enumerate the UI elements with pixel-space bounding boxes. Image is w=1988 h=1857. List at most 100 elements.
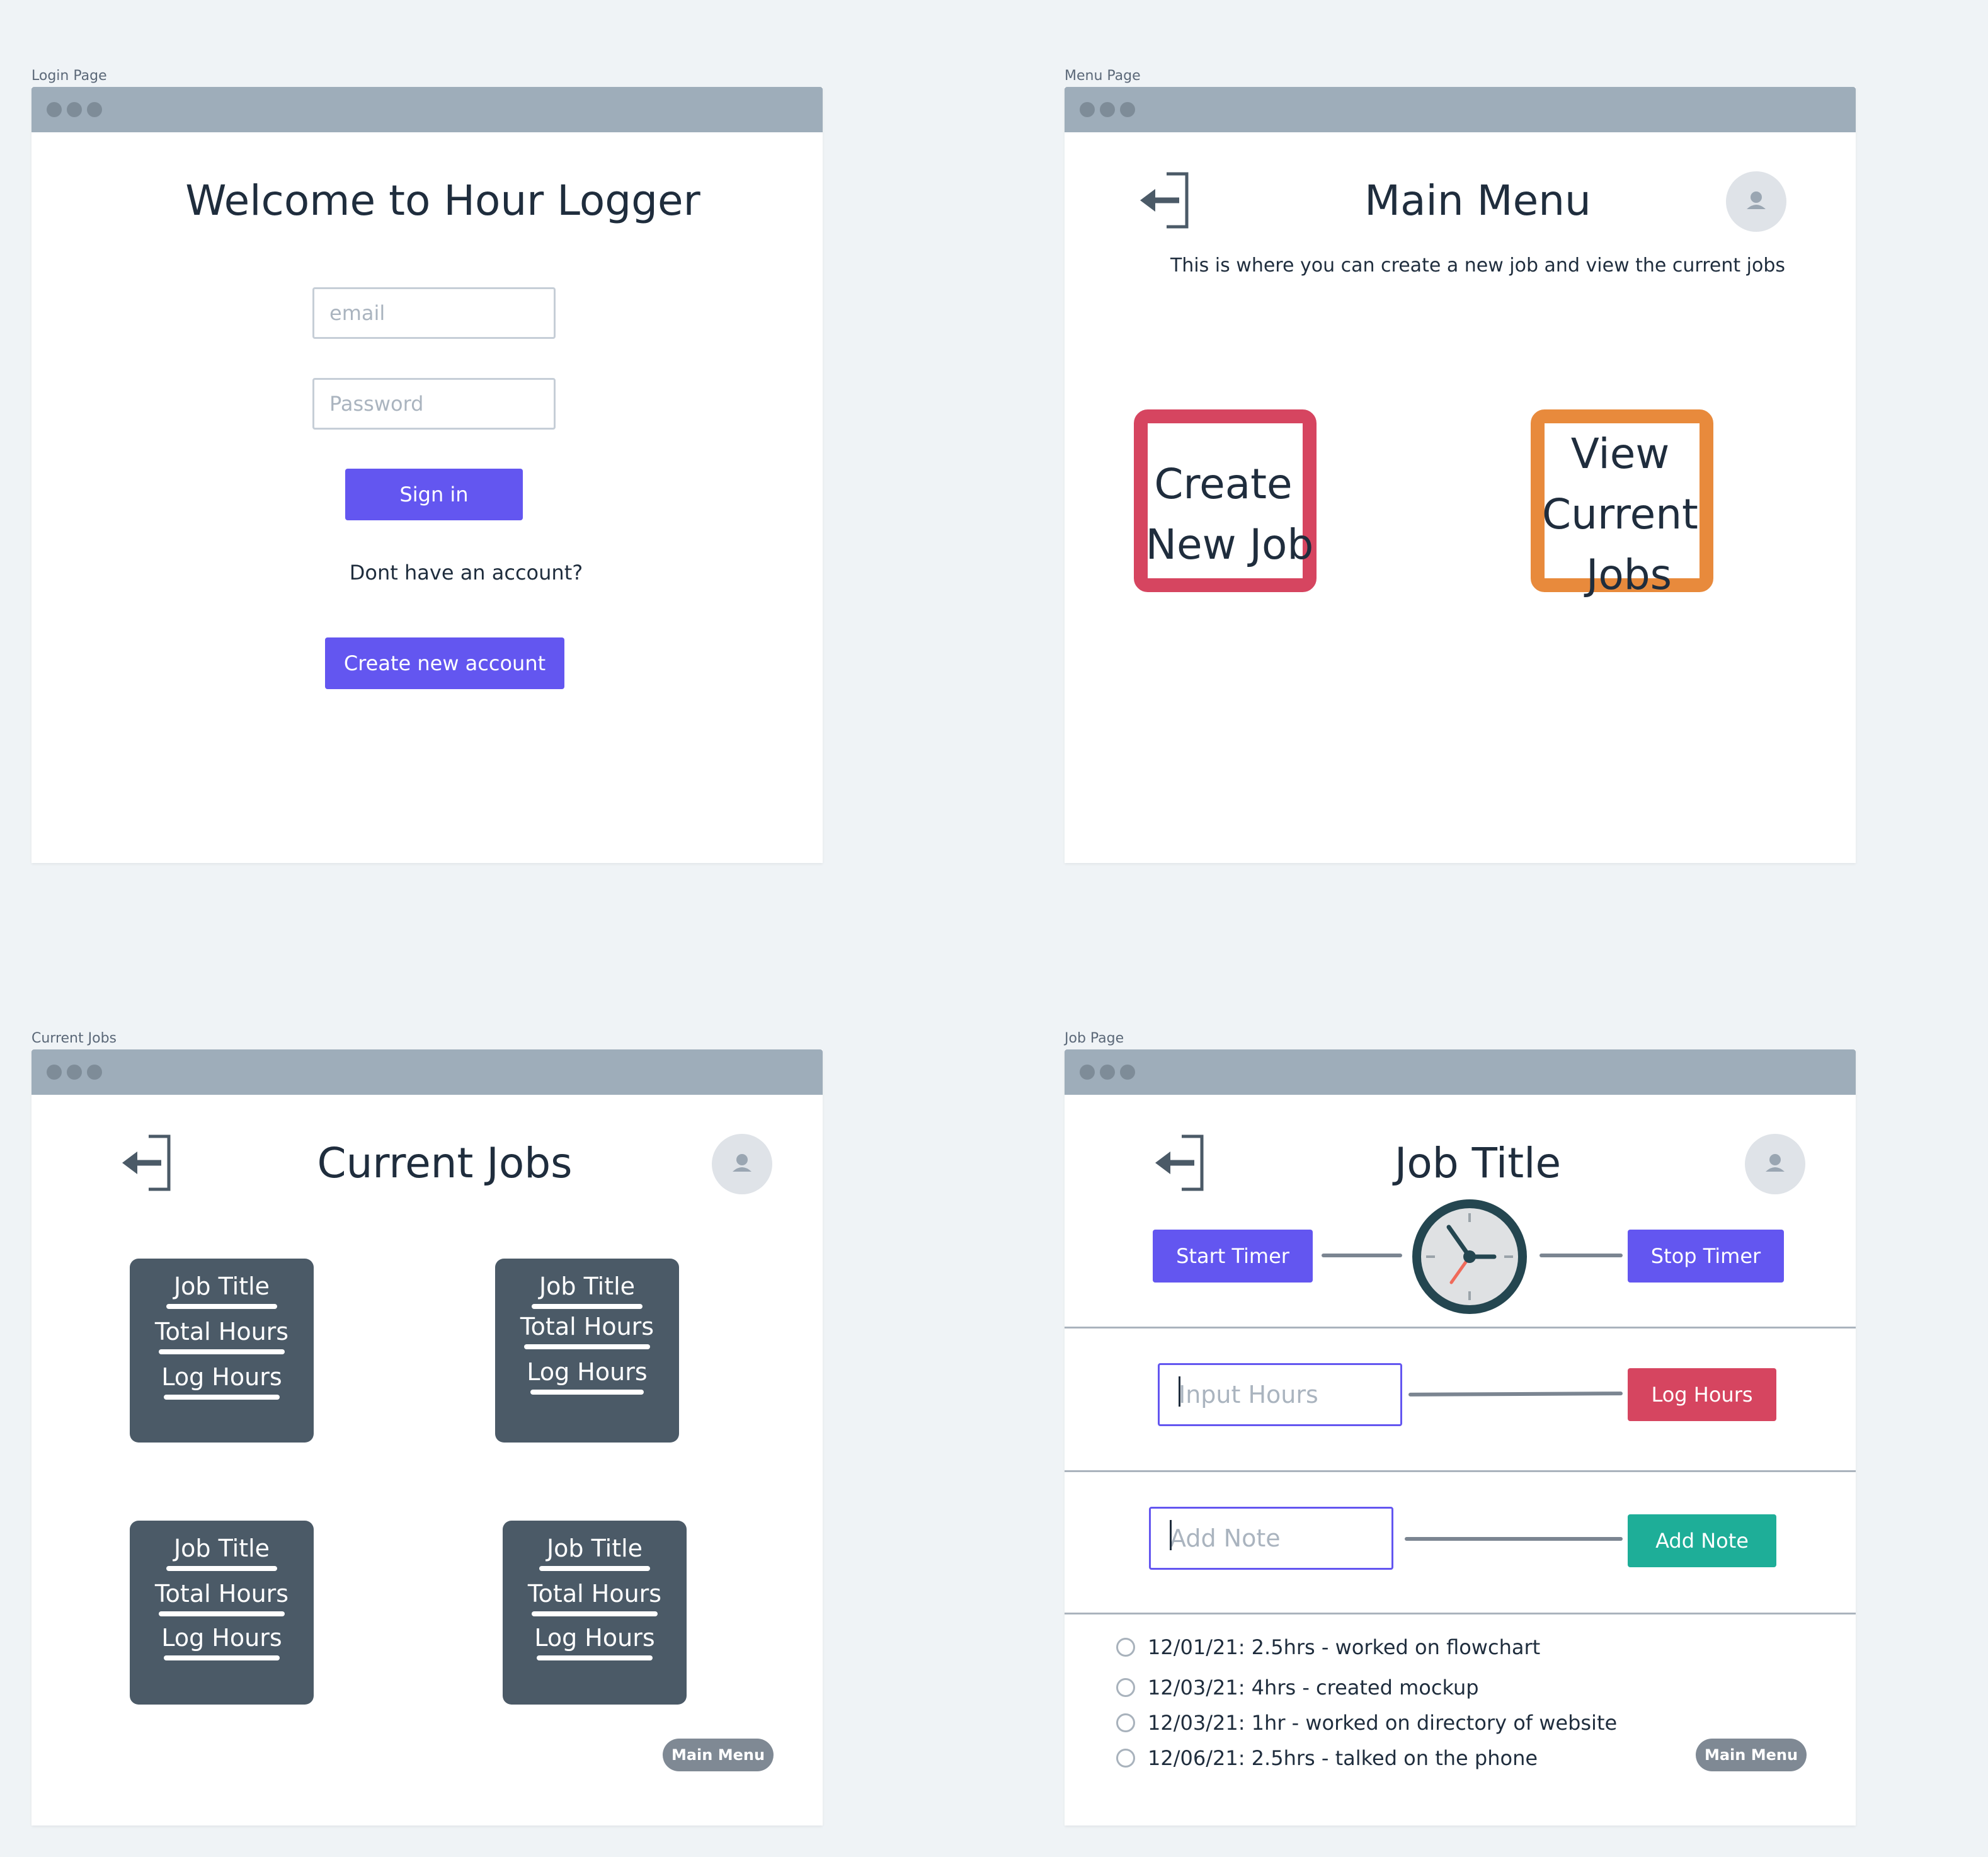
start-timer-button[interactable]: Start Timer xyxy=(1153,1230,1313,1283)
input-hours-placeholder: Input Hours xyxy=(1179,1381,1318,1408)
tile-divider xyxy=(537,1655,653,1660)
create-account-button[interactable]: Create new account xyxy=(325,637,564,689)
user-avatar-icon[interactable] xyxy=(1726,171,1786,232)
log-entry-text: 12/06/21: 2.5hrs - talked on the phone xyxy=(1148,1746,1538,1770)
exit-door-icon[interactable] xyxy=(1154,1133,1207,1193)
person-icon xyxy=(1766,1154,1785,1172)
window-titlebar xyxy=(1065,87,1856,132)
job-tile-title: Job Title xyxy=(546,1534,643,1562)
window-dot xyxy=(87,1065,102,1080)
sign-in-button[interactable]: Sign in xyxy=(345,469,523,520)
menu-frame-label: Menu Page xyxy=(1065,68,1141,84)
job-tile[interactable]: Job Title Total Hours Log Hours xyxy=(130,1521,314,1705)
log-entry: 12/06/21: 2.5hrs - talked on the phone xyxy=(1116,1746,1538,1770)
tile-divider xyxy=(159,1611,285,1616)
person-icon xyxy=(1747,191,1766,209)
user-avatar-icon[interactable] xyxy=(1745,1134,1805,1194)
main-menu-button[interactable]: Main Menu xyxy=(1696,1739,1807,1771)
window-titlebar xyxy=(31,1049,823,1095)
connector-line xyxy=(1540,1254,1623,1257)
job-tile-total-hours: Total Hours xyxy=(154,1580,289,1608)
log-entry-text: 12/03/21: 4hrs - created mockup xyxy=(1148,1676,1479,1700)
entry-radio[interactable] xyxy=(1116,1713,1135,1732)
window-dot xyxy=(1120,102,1135,117)
log-entry: 12/03/21: 4hrs - created mockup xyxy=(1116,1676,1479,1700)
window-dot xyxy=(67,1065,82,1080)
person-icon xyxy=(733,1154,751,1172)
window-titlebar xyxy=(1065,1049,1856,1095)
job-tile-log-hours[interactable]: Log Hours xyxy=(495,1358,679,1386)
stop-timer-button[interactable]: Stop Timer xyxy=(1628,1230,1784,1283)
current-jobs-frame-label: Current Jobs xyxy=(31,1031,117,1046)
window-dot xyxy=(1100,102,1115,117)
add-note-placeholder: Add Note xyxy=(1170,1524,1281,1552)
connector-line xyxy=(1408,1391,1623,1397)
job-tile-log-hours[interactable]: Log Hours xyxy=(503,1624,687,1652)
menu-window: Main Menu This is where you can create a… xyxy=(1065,87,1856,863)
log-entry-text: 12/03/21: 1hr - worked on directory of w… xyxy=(1148,1711,1618,1735)
view-label-line2: Current xyxy=(1542,490,1698,539)
job-tile-log-hours[interactable]: Log Hours xyxy=(130,1624,314,1652)
create-new-job-button[interactable]: Create New Job xyxy=(1134,409,1317,592)
entry-radio[interactable] xyxy=(1116,1749,1135,1768)
create-label-line2: New Job xyxy=(1145,520,1314,569)
section-divider xyxy=(1065,1470,1856,1472)
job-tile-log-hours[interactable]: Log Hours xyxy=(130,1363,314,1391)
connector-line xyxy=(1405,1537,1623,1541)
tile-divider xyxy=(539,1566,650,1571)
exit-door-icon[interactable] xyxy=(1139,170,1192,231)
view-current-jobs-button[interactable]: View Current Jobs xyxy=(1531,409,1713,599)
log-hours-button[interactable]: Log Hours xyxy=(1628,1368,1776,1421)
page-title: Main Menu xyxy=(1364,176,1591,225)
job-tile[interactable]: Job Title Total Hours Log Hours xyxy=(495,1259,679,1443)
log-entry: 12/03/21: 1hr - worked on directory of w… xyxy=(1116,1711,1617,1735)
no-account-text: Dont have an account? xyxy=(349,561,583,585)
exit-door-icon[interactable] xyxy=(121,1133,174,1193)
job-window: Job Title Start Timer Stop Timer Input H… xyxy=(1065,1049,1856,1826)
add-note-field[interactable]: Add Note xyxy=(1149,1507,1393,1570)
window-dot xyxy=(1080,1065,1095,1080)
job-tile-total-hours: Total Hours xyxy=(527,1580,662,1608)
email-field[interactable]: email xyxy=(312,287,556,339)
login-window: Welcome to Hour Logger email Password Si… xyxy=(31,87,823,863)
window-dot xyxy=(1080,102,1095,117)
page-title: Welcome to Hour Logger xyxy=(185,176,700,225)
tile-divider xyxy=(166,1566,277,1571)
page-title: Current Jobs xyxy=(317,1139,573,1187)
tile-divider xyxy=(524,1344,650,1349)
window-dot xyxy=(47,102,62,117)
input-hours-field[interactable]: Input Hours xyxy=(1158,1363,1402,1426)
window-dot xyxy=(1120,1065,1135,1080)
add-note-button[interactable]: Add Note xyxy=(1628,1514,1776,1567)
job-tile[interactable]: Job Title Total Hours Log Hours xyxy=(503,1521,687,1705)
tile-divider xyxy=(532,1611,658,1616)
entry-radio[interactable] xyxy=(1116,1638,1135,1657)
section-divider xyxy=(1065,1613,1856,1614)
window-dot xyxy=(67,102,82,117)
create-label-line1: Create xyxy=(1154,460,1293,508)
connector-line xyxy=(1322,1254,1402,1257)
job-title: Job Title xyxy=(1394,1139,1562,1187)
window-dot xyxy=(1100,1065,1115,1080)
tile-divider xyxy=(164,1655,280,1660)
current-jobs-window: Current Jobs Job Title Total Hours Log H… xyxy=(31,1049,823,1826)
job-tile-total-hours: Total Hours xyxy=(520,1313,654,1340)
entry-radio[interactable] xyxy=(1116,1678,1135,1697)
text-caret xyxy=(1179,1376,1180,1407)
job-tile[interactable]: Job Title Total Hours Log Hours xyxy=(130,1259,314,1443)
job-tile-title: Job Title xyxy=(539,1272,636,1300)
user-avatar-icon[interactable] xyxy=(712,1134,772,1194)
tile-divider xyxy=(159,1349,285,1354)
tile-divider xyxy=(530,1390,644,1395)
window-dot xyxy=(87,102,102,117)
view-label-line3: Jobs xyxy=(1585,551,1672,599)
log-entry: 12/01/21: 2.5hrs - worked on flowchart xyxy=(1116,1635,1540,1659)
text-caret xyxy=(1170,1520,1172,1550)
section-divider xyxy=(1065,1327,1856,1328)
password-field[interactable]: Password xyxy=(312,378,556,430)
job-tile-total-hours: Total Hours xyxy=(154,1318,289,1346)
login-frame-label: Login Page xyxy=(31,68,107,84)
main-menu-button[interactable]: Main Menu xyxy=(663,1739,774,1771)
tile-divider xyxy=(532,1304,643,1309)
menu-subtitle: This is where you can create a new job a… xyxy=(1170,254,1786,277)
